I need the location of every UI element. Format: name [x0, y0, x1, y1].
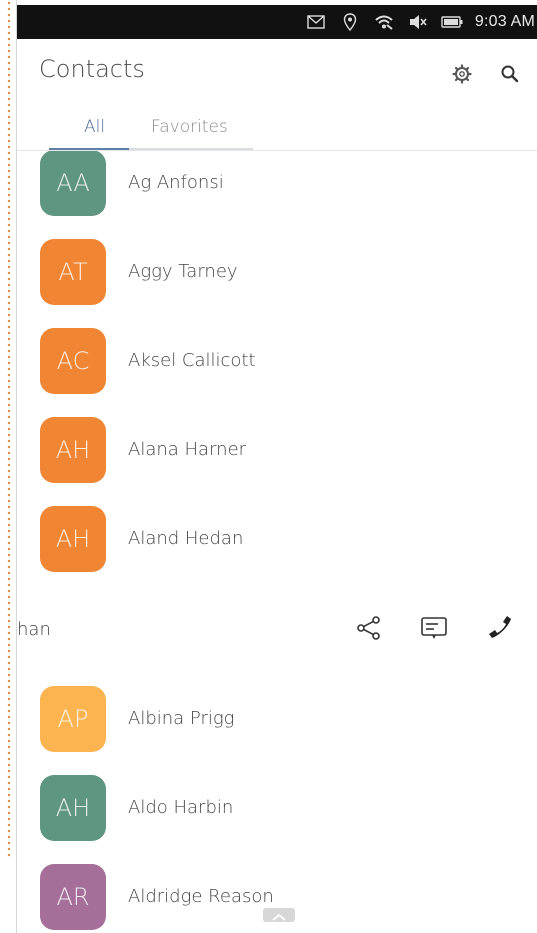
- tab-all[interactable]: All: [84, 117, 105, 151]
- dotted-left-border: [0, 0, 17, 858]
- contact-actions-row[interactable]: han: [17, 594, 537, 668]
- contact-item-aldo-harbin[interactable]: AH Aldo Harbin: [17, 767, 537, 847]
- contact-name: Ag Anfonsi: [128, 172, 224, 193]
- avatar: AR: [40, 864, 106, 930]
- avatar: AC: [40, 328, 106, 394]
- message-button[interactable]: [416, 612, 452, 648]
- contact-name: Aksel Callicott: [128, 350, 256, 371]
- avatar: AH: [40, 417, 106, 483]
- contact-item-albina-prigg[interactable]: AP Albina Prigg: [17, 678, 537, 758]
- search-button[interactable]: [495, 61, 525, 91]
- contact-item-aksel-callicott[interactable]: AC Aksel Callicott: [17, 320, 537, 400]
- settings-button[interactable]: [447, 61, 477, 91]
- avatar: AH: [40, 775, 106, 841]
- tab-bar: All Favorites: [17, 117, 537, 151]
- contact-name: Aland Hedan: [128, 528, 244, 549]
- contact-item-aggy-tarney[interactable]: AT Aggy Tarney: [17, 231, 537, 311]
- call-button[interactable]: [483, 612, 519, 648]
- contact-list[interactable]: AA Ag Anfonsi AT Aggy Tarney AC Aksel Ca…: [17, 151, 537, 933]
- gear-icon: [452, 64, 472, 88]
- tab-favorites[interactable]: Favorites: [151, 117, 228, 151]
- wifi-icon: [373, 11, 395, 33]
- contact-name: Aldridge Reason: [128, 886, 274, 907]
- location-icon: [339, 11, 361, 33]
- contact-item-aland-hedan[interactable]: AH Aland Hedan: [17, 498, 537, 578]
- volume-muted-icon: [407, 11, 429, 33]
- contact-name: Alana Harner: [128, 439, 247, 460]
- share-button[interactable]: [351, 612, 387, 648]
- contact-item-alana-harner[interactable]: AH Alana Harner: [17, 409, 537, 489]
- swiped-contact-name: han: [17, 619, 51, 640]
- contact-name: Aldo Harbin: [128, 797, 234, 818]
- avatar: AA: [40, 151, 106, 216]
- contact-name: Albina Prigg: [128, 708, 235, 729]
- contact-item-ag-anfonsi[interactable]: AA Ag Anfonsi: [17, 151, 537, 222]
- contact-name: Aggy Tarney: [128, 261, 238, 282]
- avatar: AH: [40, 506, 106, 572]
- page-title: Contacts: [39, 55, 145, 83]
- mail-icon: [305, 11, 327, 33]
- avatar: AP: [40, 686, 106, 752]
- chevron-up-icon: [271, 906, 287, 925]
- status-time: 9:03 AM: [474, 13, 535, 30]
- battery-icon: [441, 11, 463, 33]
- avatar: AT: [40, 239, 106, 305]
- bottom-edge-handle[interactable]: [263, 908, 295, 922]
- header: Contacts All Favorites: [17, 39, 537, 151]
- phone-icon: [486, 613, 516, 647]
- status-bar: 9:03 AM: [17, 5, 537, 39]
- message-icon: [419, 614, 449, 646]
- share-icon: [355, 614, 383, 646]
- search-icon: [500, 64, 520, 88]
